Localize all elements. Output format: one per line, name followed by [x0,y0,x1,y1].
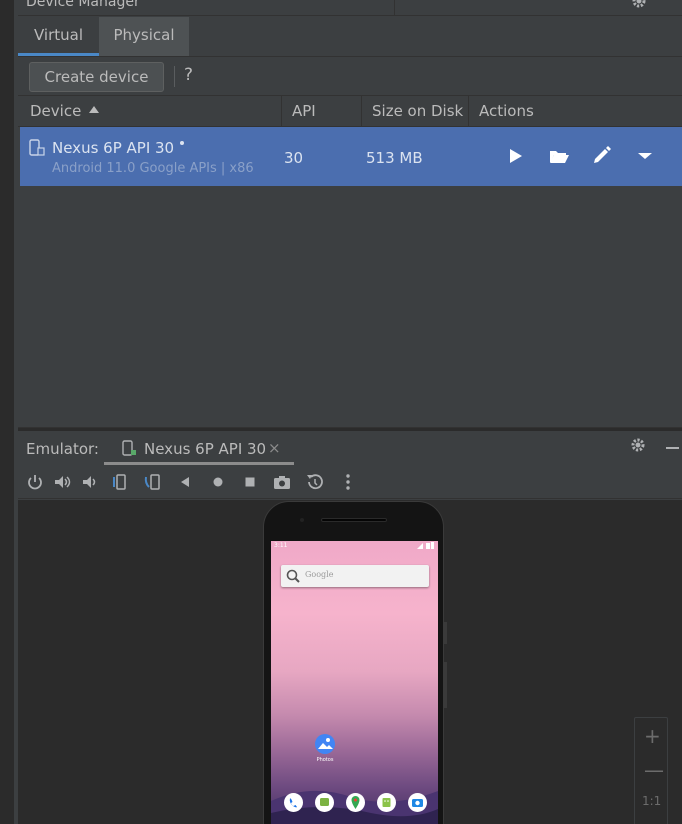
emulator-tab[interactable]: Nexus 6P API 30 × [104,431,294,465]
device-table-body: Nexus 6P API 30 Android 11.0 Google APIs… [18,127,682,427]
phone-app-icon[interactable] [284,793,303,812]
device-status-dot [180,141,184,145]
column-api[interactable]: API [282,96,362,127]
emulator-label: Emulator: [26,440,99,458]
device-manager-header: Device Manager [18,0,682,16]
device-size: 513 MB [366,149,423,167]
column-device-label: Device [30,102,82,120]
power-icon[interactable] [24,471,46,493]
phone-running-icon [122,440,138,461]
more-dropdown-icon[interactable] [632,143,658,169]
rotate-right-icon[interactable] [142,471,164,493]
phone-device-icon [29,139,45,161]
zoom-out-button[interactable]: — [644,758,664,782]
maps-app-icon[interactable] [346,793,365,812]
close-tab-icon[interactable]: × [268,439,281,457]
phone-volume-button[interactable] [444,662,447,708]
search-icon [285,568,301,588]
photos-app-label: Photos [316,757,334,763]
emulator-tab-name: Nexus 6P API 30 [144,440,267,458]
phone-speaker [321,518,387,522]
app-dock [281,793,431,813]
phone-status-bar: 3:11 [271,541,438,553]
emulator-header: Emulator: Nexus 6P API 30 × [18,431,682,465]
phone-frame: 3:11 Google Photos [263,501,447,824]
phone-side-button[interactable] [444,622,447,644]
device-api: 30 [284,149,304,167]
device-subtitle: Android 11.0 Google APIs | x86 [52,161,254,176]
column-device[interactable]: Device [20,96,282,127]
emulator-settings-gear-icon[interactable] [630,437,646,457]
create-device-button[interactable]: Create device [29,62,164,92]
tab-physical[interactable]: Physical [99,17,189,56]
phone-screen[interactable]: 3:11 Google Photos [271,541,438,824]
device-table-header: Device API Size on Disk Actions [18,95,682,127]
messages-app-icon[interactable] [315,793,334,812]
column-actions: Actions [479,102,534,120]
front-camera [300,518,304,522]
home-icon[interactable] [207,471,229,493]
overview-icon[interactable] [239,471,261,493]
more-icon[interactable] [337,471,359,493]
emulator-display[interactable]: 3:11 Google Photos + — 1:1 [18,500,682,824]
zoom-actual-size-button[interactable]: 1:1 [642,794,661,808]
back-icon[interactable] [174,471,196,493]
zoom-controls: + — 1:1 [634,717,668,824]
edit-pencil-icon[interactable] [588,143,614,169]
launch-play-icon[interactable] [502,143,528,169]
android-app-icon[interactable] [377,793,396,812]
google-search-bar[interactable]: Google [281,565,429,587]
tab-virtual[interactable]: Virtual [18,17,99,56]
sort-ascending-icon [89,106,100,113]
settings-gear-icon[interactable] [631,0,647,13]
toolbar-separator [174,66,175,87]
left-gutter [0,0,18,824]
help-button[interactable]: ? [184,65,193,85]
snapshot-icon[interactable] [304,471,326,493]
open-folder-icon[interactable] [546,143,572,169]
hide-emulator-icon[interactable] [666,447,679,449]
rotate-left-icon[interactable] [108,471,130,493]
zoom-in-button[interactable]: + [644,724,661,748]
photos-app-icon[interactable]: Photos [314,733,336,763]
search-placeholder: Google [305,570,334,579]
device-toolbar: Create device ? [18,56,682,95]
emulator-toolbar [18,465,682,499]
camera-app-icon[interactable] [408,793,427,812]
status-icons [417,542,435,551]
device-type-tabs: Virtual Physical [18,17,682,56]
volume-up-icon[interactable] [52,471,74,493]
status-time: 3:11 [274,542,288,549]
panel-title: Device Manager [26,0,140,10]
device-name: Nexus 6P API 30 [52,139,175,157]
column-size-on-disk[interactable]: Size on Disk [362,96,469,127]
table-row[interactable]: Nexus 6P API 30 Android 11.0 Google APIs… [20,127,682,186]
screenshot-icon[interactable] [271,471,293,493]
volume-down-icon[interactable] [79,471,101,493]
